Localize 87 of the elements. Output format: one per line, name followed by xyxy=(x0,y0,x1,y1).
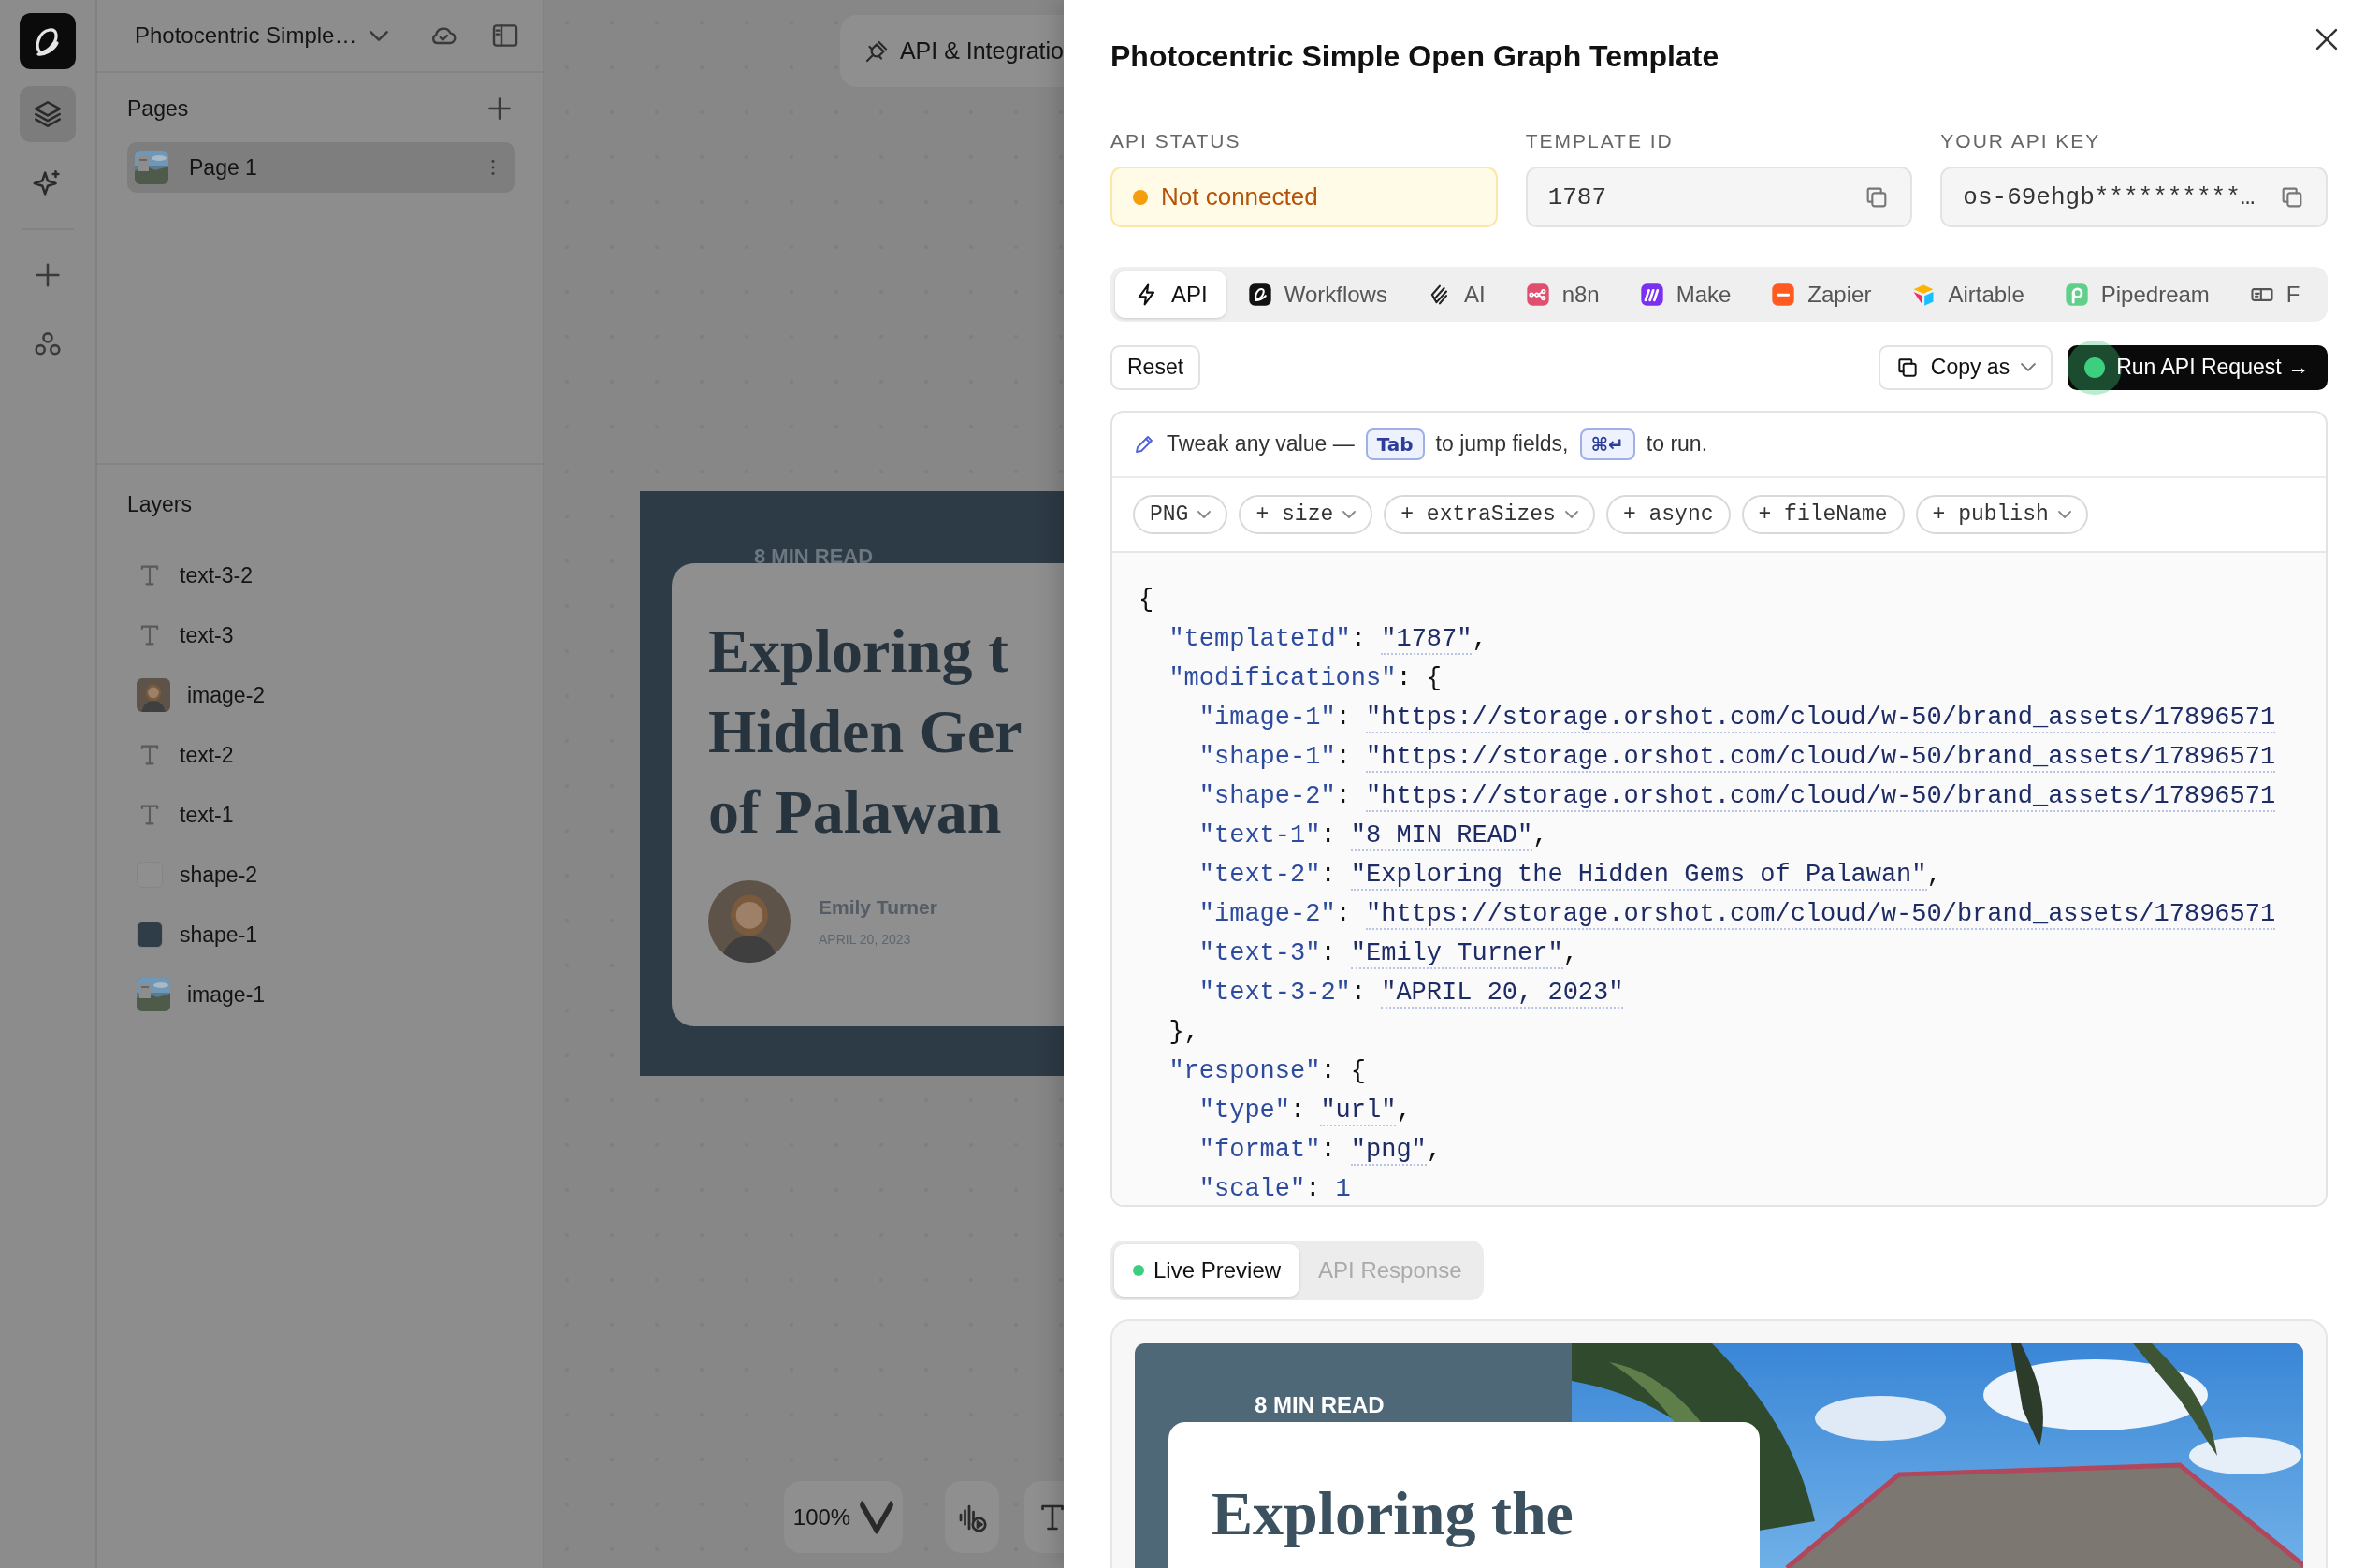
code-line: "type": "url", xyxy=(1198,1095,1413,1128)
layers-heading: Layers xyxy=(127,491,193,517)
kicker-text: 8 MIN READ xyxy=(1255,1392,1385,1418)
integration-tab[interactable]: API xyxy=(1115,271,1226,318)
page-name: Page 1 xyxy=(189,154,258,181)
chevron-down-icon xyxy=(2057,510,2071,518)
code-line: "scale": 1 xyxy=(1198,1173,1352,1205)
option-dropdown[interactable]: PNG xyxy=(1133,494,1228,534)
headline-line: Exploring the xyxy=(1212,1478,1574,1549)
code-line: "text-3": "Emily Turner", xyxy=(1198,937,1579,971)
integration-tab[interactable]: Workflows xyxy=(1227,271,1406,318)
preview-tab[interactable]: Live Preview xyxy=(1114,1244,1300,1297)
key-hint: ⌘↵ xyxy=(1579,428,1635,460)
logo-icon xyxy=(20,13,76,69)
option-dropdown[interactable]: + size xyxy=(1239,494,1373,534)
field-label: TEMPLATE ID xyxy=(1525,129,1675,153)
chevron-down-icon[interactable] xyxy=(370,30,389,41)
integration-tab[interactable]: AI xyxy=(1407,271,1504,318)
code-line: "response": { xyxy=(1168,1055,1368,1087)
headline-line: Hidden Ger xyxy=(708,696,1023,767)
hint-text: to run. xyxy=(1646,431,1708,457)
code-line: "text-2": "Exploring the Hidden Gems of Palawan", xyxy=(1198,859,1943,893)
integration-tab[interactable]: Pipedream xyxy=(2044,271,2228,318)
code-line: { xyxy=(1139,584,1155,616)
chevron-down-icon xyxy=(860,1500,894,1534)
layers-tool[interactable] xyxy=(20,86,76,142)
option-chip[interactable]: + async xyxy=(1605,494,1731,534)
layer-item[interactable]: image-2 xyxy=(187,682,266,708)
layers-icon xyxy=(32,98,64,130)
code-editor[interactable] xyxy=(1112,552,2326,1205)
chevron-down-icon xyxy=(1564,510,1578,518)
code-line: "modifications": { xyxy=(1168,662,1444,694)
workflows-logo-icon xyxy=(1246,282,1273,308)
option-dropdown[interactable]: + extraSizes xyxy=(1384,494,1595,534)
zoom-dropdown[interactable]: 100% xyxy=(784,1481,903,1553)
code-line: "image-2": "https://storage.orshot.com/cloud/w-50/brand_assets/17896571 xyxy=(1198,898,2277,932)
run-request-button[interactable]: Run API Request → xyxy=(2068,344,2328,390)
reset-button[interactable]: Reset xyxy=(1110,344,1201,390)
integration-tab[interactable]: Airtable xyxy=(1892,271,2043,318)
code-line: "templateId": "1787", xyxy=(1168,623,1488,657)
code-line: "text-1": "8 MIN READ", xyxy=(1198,820,1549,853)
layer-item[interactable]: text-1 xyxy=(180,802,234,828)
zapier-logo-icon xyxy=(1770,282,1797,308)
headline-line: Exploring t xyxy=(708,616,1009,687)
chevron-down-icon xyxy=(1342,510,1357,518)
status-field: Not connected xyxy=(1110,167,1498,227)
kicker-text: 8 MIN READ xyxy=(754,544,874,569)
code-line: "shape-2": "https://storage.orshot.com/cloud/w-50/brand_assets/17896571 xyxy=(1198,780,2277,814)
option-dropdown[interactable]: + publish xyxy=(1915,494,2088,534)
integrations-button[interactable]: API & Integratio xyxy=(839,15,1064,87)
pipedream-logo-icon xyxy=(2063,282,2090,308)
integration-tab[interactable]: Zapier xyxy=(1751,271,1891,318)
integration-tab[interactable]: F xyxy=(2229,271,2319,318)
code-line: }, xyxy=(1168,1016,1200,1048)
layer-item[interactable]: image-1 xyxy=(187,981,266,1008)
panel-title: Photocentric Simple Open Graph Template xyxy=(1110,38,1720,75)
hint-text: Tweak any value — xyxy=(1167,431,1355,457)
code-line: "shape-1": "https://storage.orshot.com/cloud/w-50/brand_assets/17896571 xyxy=(1198,741,2277,775)
live-dot xyxy=(1133,1265,1144,1276)
pages-heading: Pages xyxy=(127,95,189,122)
layer-item[interactable]: text-3 xyxy=(180,622,234,648)
n8n-logo-icon xyxy=(1524,282,1551,308)
key-hint: Tab xyxy=(1365,428,1425,460)
code-line: "format": "png", xyxy=(1198,1134,1444,1168)
make-logo-icon xyxy=(1638,282,1665,308)
code-line: "image-1": "https://storage.orshot.com/cloud/w-50/brand_assets/17896571 xyxy=(1198,702,2277,735)
field-label: API STATUS xyxy=(1110,129,1242,153)
status-dot xyxy=(2084,356,2106,378)
field-label: YOUR API KEY xyxy=(1940,129,2102,153)
chevron-down-icon xyxy=(1197,510,1212,518)
author-name: Emily Turner xyxy=(819,896,937,919)
integration-tab[interactable]: Make xyxy=(1619,271,1750,318)
hint-text: to jump fields, xyxy=(1435,431,1569,457)
project-title[interactable]: Photocentric Simple… xyxy=(135,22,357,49)
integration-tab[interactable]: n8n xyxy=(1505,271,1618,318)
page-item[interactable]: Page 1 xyxy=(127,142,515,193)
copy-as-button[interactable]: Copy as xyxy=(1878,344,2053,390)
layer-item[interactable]: shape-2 xyxy=(180,862,258,888)
option-chip[interactable]: + fileName xyxy=(1741,494,1905,534)
template-id-field[interactable]: 1787 xyxy=(1525,167,1913,227)
layer-item[interactable]: text-2 xyxy=(180,742,234,768)
layer-item[interactable]: shape-1 xyxy=(180,922,258,948)
code-line: "text-3-2": "APRIL 20, 2023" xyxy=(1198,977,1625,1010)
layer-item[interactable]: text-3-2 xyxy=(180,562,253,588)
headline-line: of Palawan xyxy=(708,777,1003,848)
api-key-field[interactable]: os-69ehgb**********… xyxy=(1940,167,2328,227)
chevron-down-icon xyxy=(2021,363,2037,372)
